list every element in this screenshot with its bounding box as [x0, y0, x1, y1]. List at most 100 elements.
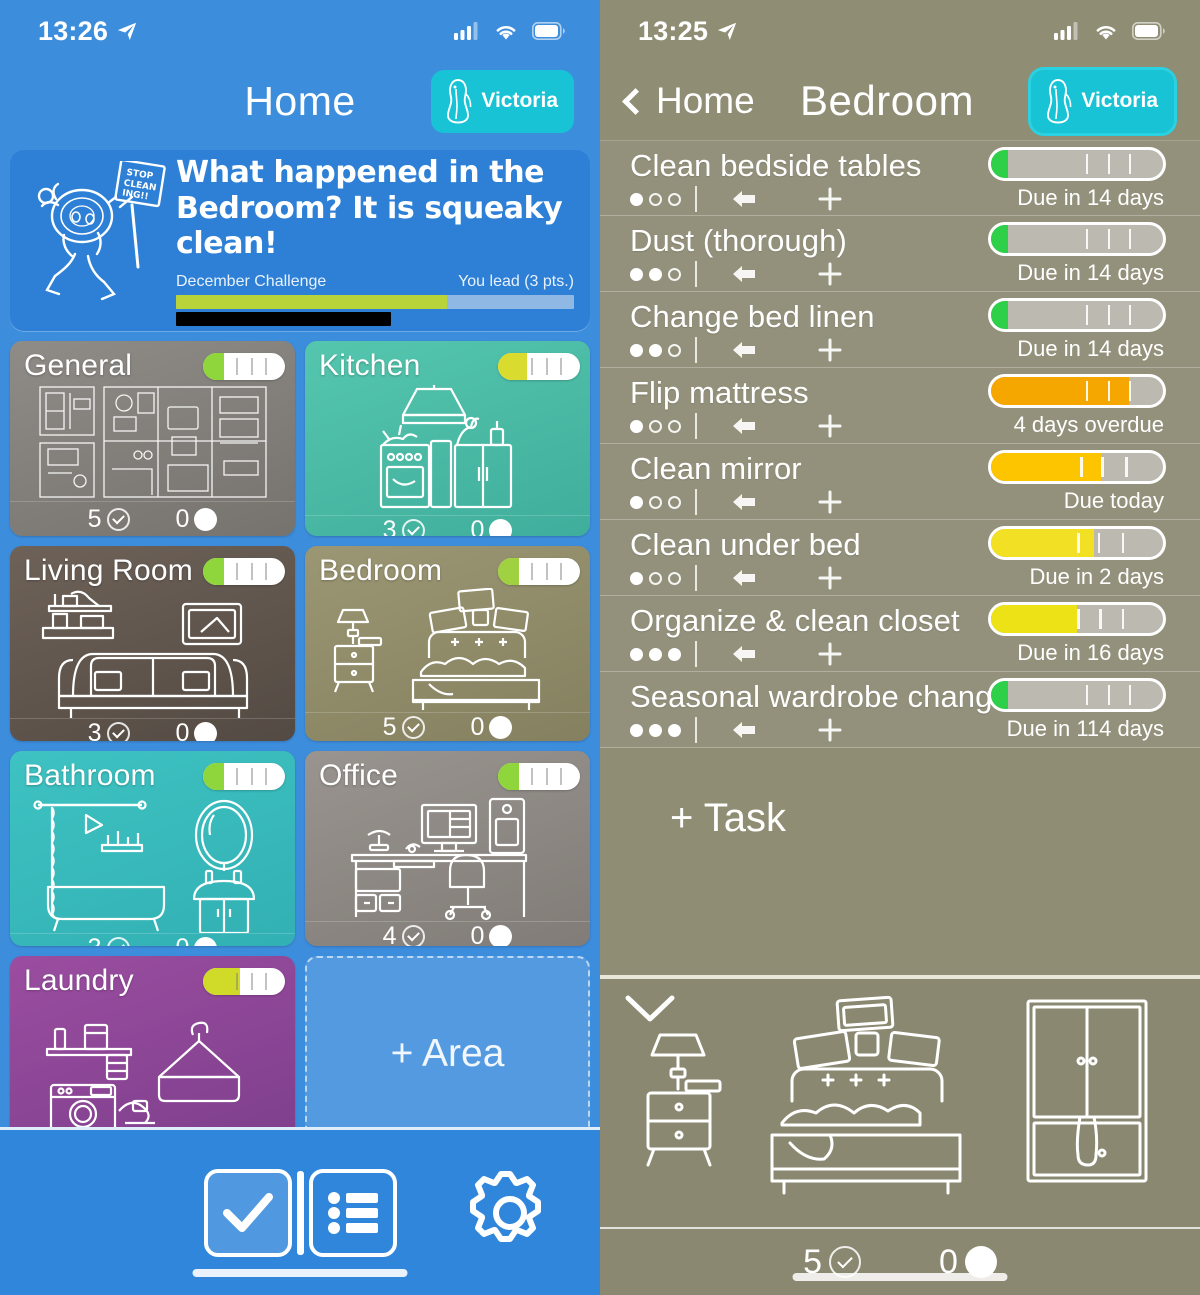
arrow-left-icon[interactable] — [729, 263, 759, 285]
area-card[interactable]: Kitchen 30 — [305, 341, 590, 536]
arrow-left-icon[interactable] — [729, 567, 759, 589]
task-progress-bar[interactable] — [988, 450, 1166, 484]
task-progress-bar[interactable] — [988, 602, 1166, 636]
area-progress-pill[interactable] — [203, 967, 285, 995]
home-indicator — [192, 1269, 408, 1277]
priority-dot[interactable] — [649, 571, 662, 585]
priority-dot[interactable] — [649, 192, 662, 206]
user-profile-button[interactable]: Victoria — [431, 69, 574, 133]
priority-dot[interactable] — [668, 723, 681, 737]
priority-dot[interactable] — [668, 343, 681, 357]
arrow-left-icon[interactable] — [729, 719, 759, 741]
priority-dot[interactable] — [630, 647, 643, 661]
priority-dot[interactable] — [649, 647, 662, 661]
arrow-left-icon[interactable] — [729, 643, 759, 665]
settings-button[interactable] — [464, 1167, 556, 1259]
priority-dot[interactable] — [668, 495, 681, 509]
task-progress-bar[interactable] — [988, 678, 1166, 712]
plus-icon[interactable] — [817, 565, 843, 591]
task-row[interactable]: Clean mirror Due today — [600, 444, 1200, 520]
task-progress-bar[interactable] — [988, 147, 1166, 181]
area-card[interactable]: Office 40 — [305, 751, 590, 946]
task-priority-dots[interactable] — [630, 192, 681, 206]
priority-dot[interactable] — [630, 343, 643, 357]
task-progress-bar[interactable] — [988, 526, 1166, 560]
priority-dot[interactable] — [630, 495, 643, 509]
tab-tasks[interactable] — [203, 1168, 292, 1257]
plus-icon[interactable] — [817, 337, 843, 363]
task-progress-bar[interactable] — [988, 222, 1166, 256]
priority-dot[interactable] — [630, 571, 643, 585]
control-divider — [695, 717, 697, 743]
arrow-left-icon[interactable] — [729, 491, 759, 513]
plus-icon[interactable] — [817, 413, 843, 439]
priority-dot[interactable] — [630, 723, 643, 737]
pending-dot-icon — [194, 507, 218, 531]
priority-dot[interactable] — [649, 419, 662, 433]
task-row[interactable]: Clean bedside tables Due in 14 days — [600, 140, 1200, 216]
task-priority-dots[interactable] — [630, 495, 681, 509]
priority-dot[interactable] — [630, 419, 643, 433]
priority-dot[interactable] — [668, 419, 681, 433]
task-row[interactable]: Flip mattress 4 days overdue — [600, 368, 1200, 444]
plus-icon[interactable] — [817, 641, 843, 667]
challenge-banner[interactable]: STOP CLEAN ING!! What happened in the Be… — [10, 150, 590, 331]
task-progress-bar[interactable] — [988, 298, 1166, 332]
plus-icon[interactable] — [817, 489, 843, 515]
arrow-left-icon[interactable] — [729, 415, 759, 437]
area-progress-pill[interactable] — [203, 352, 285, 380]
task-priority-dots[interactable] — [630, 647, 681, 661]
task-priority-dots[interactable] — [630, 723, 681, 737]
tab-list[interactable] — [308, 1168, 397, 1257]
chevron-down-icon[interactable] — [624, 993, 676, 1025]
priority-dot[interactable] — [668, 571, 681, 585]
task-priority-dots[interactable] — [630, 343, 681, 357]
task-row[interactable]: Dust (thorough) Due in 14 days — [600, 216, 1200, 292]
task-row[interactable]: Clean under bed Due in 2 days — [600, 520, 1200, 596]
priority-dot[interactable] — [649, 343, 662, 357]
priority-dot[interactable] — [649, 495, 662, 509]
banner-title-line1: What happened in the — [176, 155, 545, 191]
plus-icon[interactable] — [817, 717, 843, 743]
progress-tick — [530, 562, 533, 580]
area-card[interactable]: Bedroom 50 — [305, 546, 590, 741]
task-priority-dots[interactable] — [630, 419, 681, 433]
task-priority-dots[interactable] — [630, 571, 681, 585]
priority-dot[interactable] — [649, 267, 662, 281]
add-task-button[interactable]: + Task — [600, 748, 1200, 888]
task-row[interactable]: Organize & clean closet Due in 16 days — [600, 596, 1200, 672]
add-area-button[interactable]: + Area — [305, 956, 590, 1151]
area-progress-pill[interactable] — [498, 762, 580, 790]
priority-dot[interactable] — [630, 192, 643, 206]
progress-tick — [560, 767, 563, 785]
priority-dot[interactable] — [668, 192, 681, 206]
area-progress-pill[interactable] — [203, 762, 285, 790]
plus-icon[interactable] — [817, 186, 843, 212]
area-progress-pill[interactable] — [498, 557, 580, 585]
area-card[interactable]: Living Room 30 — [10, 546, 295, 741]
task-priority-dots[interactable] — [630, 267, 681, 281]
progress-tick — [530, 767, 533, 785]
priority-dot[interactable] — [668, 647, 681, 661]
back-button[interactable]: Home — [622, 80, 755, 122]
task-row[interactable]: Change bed linen Due in 14 days — [600, 292, 1200, 368]
priority-dot[interactable] — [649, 723, 662, 737]
task-progress-bar[interactable] — [988, 374, 1166, 408]
arrow-left-icon[interactable] — [729, 188, 759, 210]
priority-dot[interactable] — [630, 267, 643, 281]
status-left-group: 13:26 — [38, 16, 138, 47]
priority-dot[interactable] — [668, 267, 681, 281]
area-card[interactable]: General 50 — [10, 341, 295, 536]
area-progress-pill[interactable] — [498, 352, 580, 380]
area-done-value: 3 — [382, 516, 397, 536]
area-counts: 40 — [305, 921, 590, 946]
task-row[interactable]: Seasonal wardrobe change Due in 114 days — [600, 672, 1200, 748]
user-profile-button-right[interactable]: Victoria — [1028, 66, 1177, 136]
task-controls — [630, 641, 843, 667]
arrow-left-icon[interactable] — [729, 339, 759, 361]
plus-icon[interactable] — [817, 261, 843, 287]
area-card[interactable]: Bathroom 30 — [10, 751, 295, 946]
area-card[interactable]: Laundry — [10, 956, 295, 1151]
area-progress-pill[interactable] — [203, 557, 285, 585]
status-right-group-right — [1054, 22, 1166, 41]
